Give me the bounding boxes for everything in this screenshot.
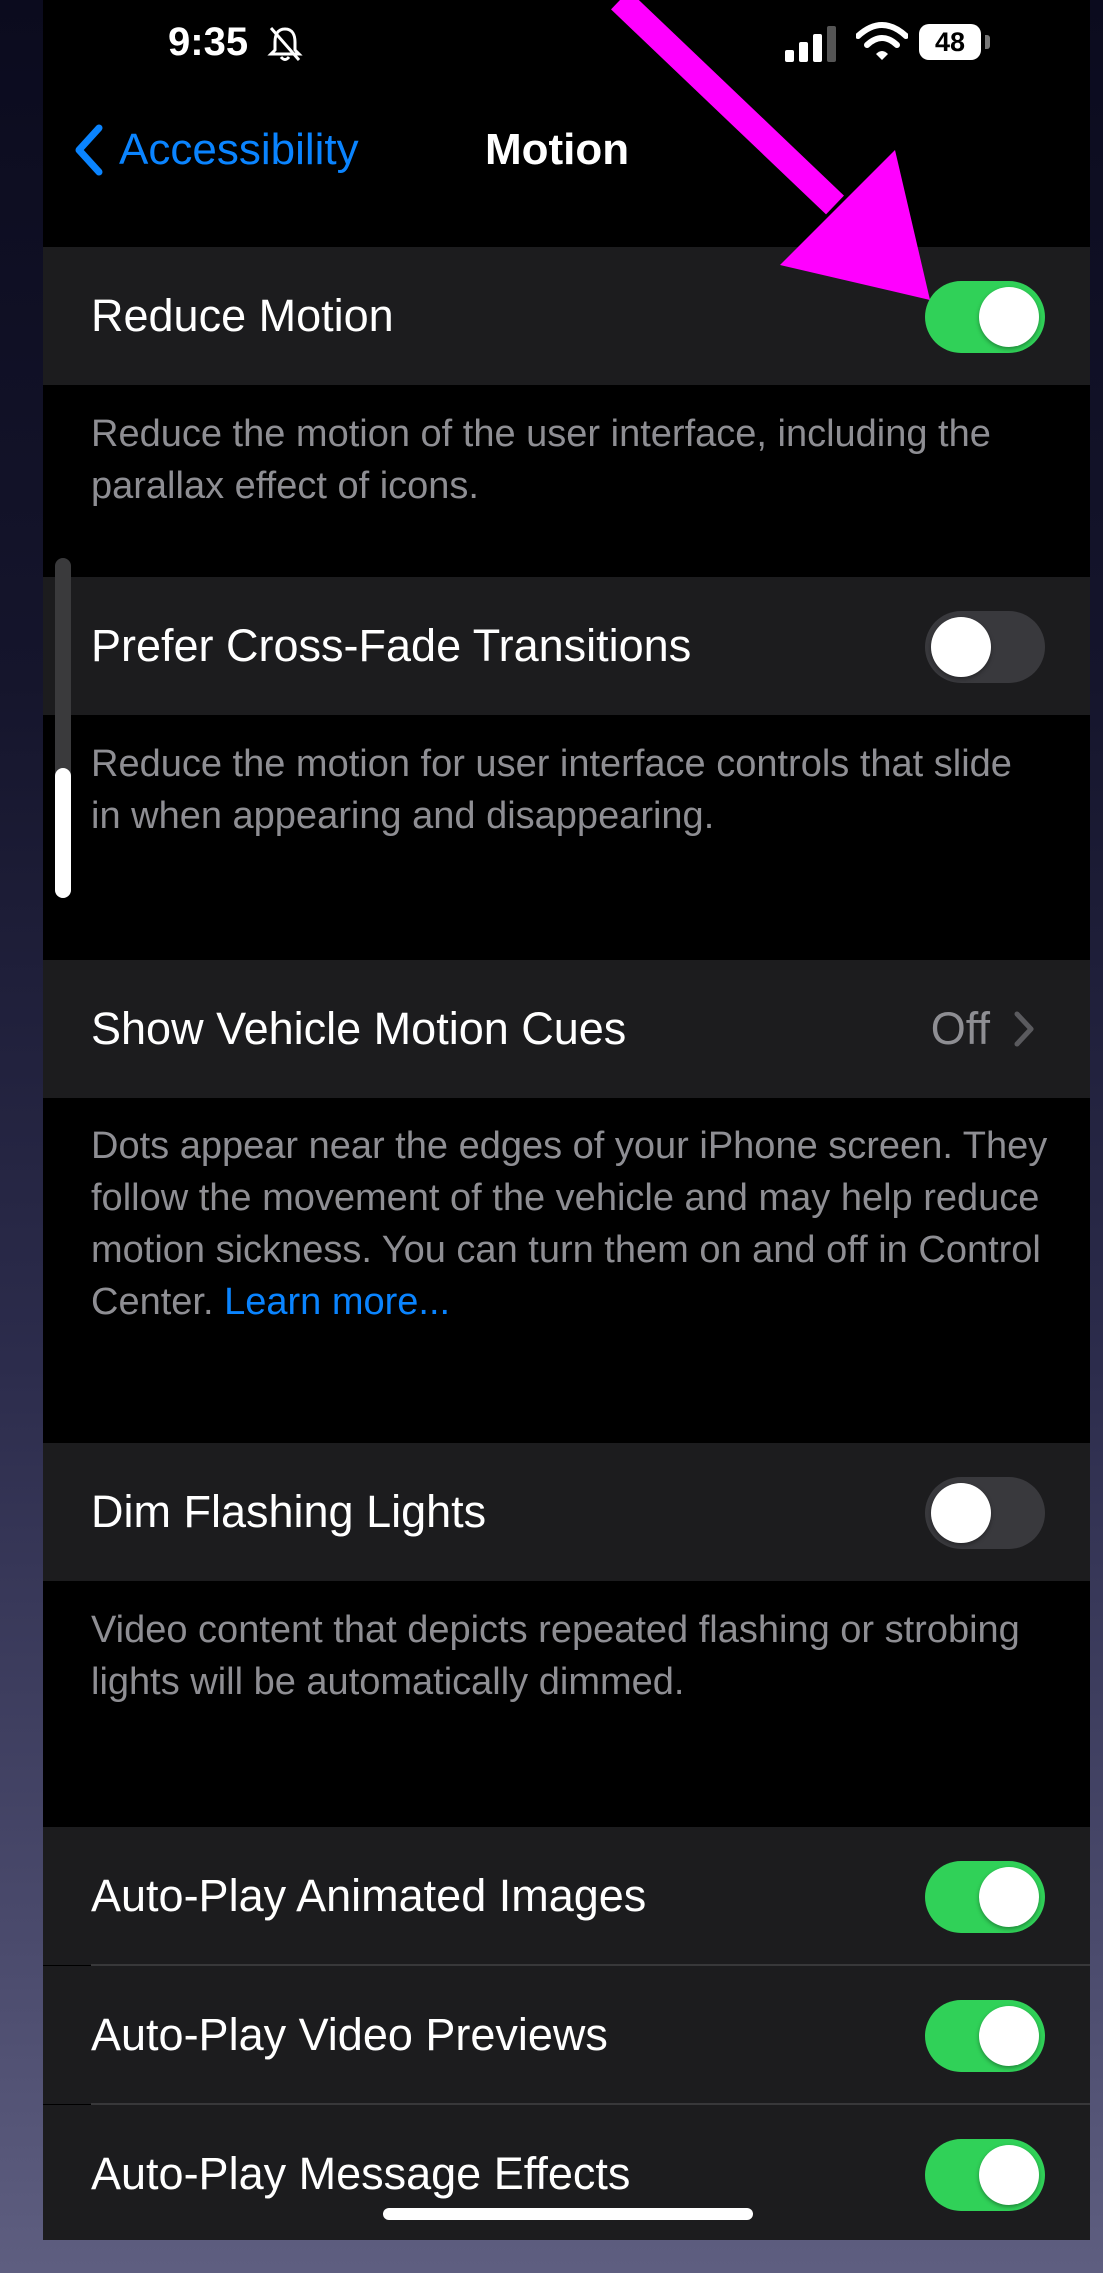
scrollbar-thumb[interactable] <box>55 768 71 898</box>
toggle-knob <box>931 617 991 677</box>
battery-cap <box>985 35 990 49</box>
toggle-knob <box>979 2006 1039 2066</box>
autoplay-animated-images-row: Auto-Play Animated Images <box>43 1827 1090 1965</box>
autoplay-video-previews-label: Auto-Play Video Previews <box>91 2009 608 2060</box>
cross-fade-label: Prefer Cross-Fade Transitions <box>91 620 692 671</box>
status-time: 9:35 <box>168 20 249 64</box>
autoplay-animated-images-toggle[interactable] <box>925 1861 1045 1933</box>
dim-flashing-lights-label: Dim Flashing Lights <box>91 1486 487 1537</box>
cross-fade-footer: Reduce the motion for user interface con… <box>91 743 1012 837</box>
navigation-bar: Accessibility Motion <box>43 100 1090 200</box>
cross-fade-toggle[interactable] <box>925 611 1045 683</box>
silent-mode-icon <box>267 27 303 61</box>
toggle-knob <box>979 2145 1039 2205</box>
reduce-motion-label: Reduce Motion <box>91 290 394 341</box>
reduce-motion-row: Reduce Motion <box>43 247 1090 385</box>
chevron-left-icon <box>75 124 103 176</box>
vehicle-motion-cues-value: Off <box>930 1003 990 1054</box>
vehicle-motion-cues-row[interactable]: Show Vehicle Motion Cues Off <box>43 960 1090 1098</box>
toggle-knob <box>931 1483 991 1543</box>
back-button[interactable]: Accessibility <box>71 122 359 178</box>
battery-icon: 48 <box>919 24 981 60</box>
back-button-label: Accessibility <box>119 125 359 174</box>
cellular-signal-icon <box>785 26 836 62</box>
vehicle-motion-cues-label: Show Vehicle Motion Cues <box>91 1003 627 1054</box>
page-title: Motion <box>485 125 630 174</box>
cross-fade-row: Prefer Cross-Fade Transitions <box>43 577 1090 715</box>
dim-flashing-lights-row: Dim Flashing Lights <box>43 1443 1090 1581</box>
home-indicator[interactable] <box>383 2208 753 2220</box>
learn-more-link[interactable]: Learn more... <box>224 1281 450 1323</box>
chevron-right-icon <box>1014 1011 1034 1047</box>
vehicle-motion-cues-footer: Dots appear near the edges of your iPhon… <box>91 1120 1051 1328</box>
reduce-motion-footer: Reduce the motion of the user interface,… <box>91 413 991 507</box>
toggle-knob <box>979 1867 1039 1927</box>
autoplay-video-previews-toggle[interactable] <box>925 2000 1045 2072</box>
wifi-icon <box>856 22 908 60</box>
reduce-motion-toggle[interactable] <box>925 281 1045 353</box>
status-bar: 9:35 48 <box>43 0 1090 110</box>
autoplay-video-previews-row: Auto-Play Video Previews <box>43 1966 1090 2104</box>
toggle-knob <box>979 287 1039 347</box>
phone-screen: 9:35 48 Accessibility Motion Reduce Moti… <box>43 0 1090 2240</box>
dim-flashing-lights-footer: Video content that depicts repeated flas… <box>91 1609 1020 1703</box>
dim-flashing-lights-toggle[interactable] <box>925 1477 1045 1549</box>
autoplay-message-effects-toggle[interactable] <box>925 2139 1045 2211</box>
autoplay-animated-images-label: Auto-Play Animated Images <box>91 1870 647 1921</box>
